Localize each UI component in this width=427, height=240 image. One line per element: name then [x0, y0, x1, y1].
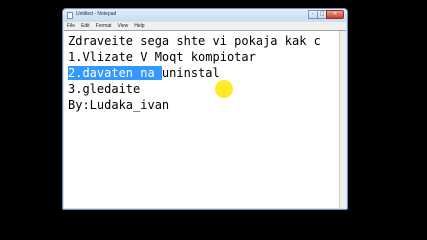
text-content[interactable]: Zdraveite sega shte vi pokaja kak c 1.Vl… [68, 34, 321, 114]
text-line-5: By:Ludaka_ivan [68, 98, 321, 114]
menu-format[interactable]: Format [93, 22, 115, 30]
notepad-icon [67, 12, 73, 19]
text-line-2: 1.Vlizate V Moqt kompiotar [68, 50, 321, 66]
text-editor[interactable]: Zdraveite sega shte vi pokaja kak c 1.Vl… [64, 30, 346, 208]
text-line-1: Zdraveite sega shte vi pokaja kak c [68, 34, 321, 50]
line-text: By:Ludaka_ivan [68, 98, 170, 112]
selected-text: 2.davaten na [68, 66, 162, 80]
line-text: Zdraveite sega shte vi pokaja kak c [68, 34, 321, 48]
menu-edit[interactable]: Edit [78, 22, 93, 30]
notepad-window: Untitled - Notepad – □ ✕ File Edit Forma… [62, 8, 348, 210]
line-text: 1.Vlizate V Moqt kompiotar [68, 50, 256, 64]
menu-help[interactable]: Help [131, 22, 147, 30]
text-line-3: 2.davaten na uninstal [68, 66, 321, 82]
window-controls: – □ ✕ [308, 10, 344, 19]
text-line-4: 3.gledaite [68, 82, 321, 98]
title-bar[interactable]: Untitled - Notepad – □ ✕ [63, 9, 347, 21]
menu-view[interactable]: View [115, 22, 132, 30]
menu-bar: File Edit Format View Help [64, 22, 346, 30]
close-button[interactable]: ✕ [326, 10, 344, 19]
vertical-scrollbar[interactable] [339, 31, 346, 208]
line-text: uninstal [161, 66, 220, 80]
line-text: 3.gledaite [68, 82, 141, 96]
mouse-cursor-highlight [215, 80, 233, 98]
window-title: Untitled - Notepad [76, 11, 117, 17]
menu-file[interactable]: File [64, 22, 78, 30]
